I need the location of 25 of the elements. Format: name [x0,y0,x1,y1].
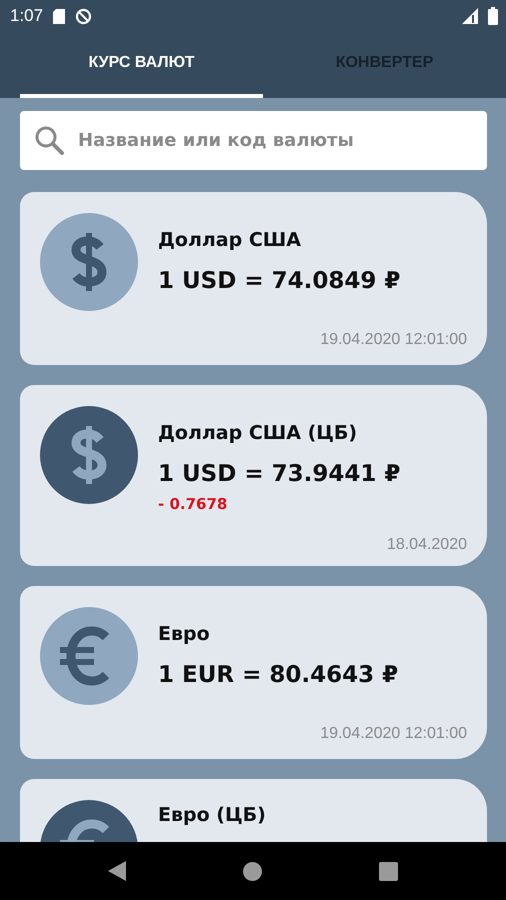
back-icon[interactable] [108,861,126,881]
rate-change: - 0.7678 [158,494,228,514]
recent-apps-icon[interactable] [378,862,398,880]
currency-card[interactable]: Евро 1 EUR = 80.4643 ₽ 19.04.2020 12:01:00 [20,586,487,759]
signal-icon [462,8,478,24]
update-date: 18.04.2020 [386,536,467,554]
currency-name: Евро (ЦБ) [158,803,266,828]
currency-name: Евро [158,622,210,647]
exchange-rate: 1 USD = 74.0849 ₽ [158,267,400,296]
home-icon[interactable] [242,862,262,880]
exchange-rate: 1 USD = 73.9441 ₽ [158,460,400,489]
battery-icon [488,7,498,25]
currency-card[interactable]: Евро (ЦБ) [20,779,487,842]
data-saver-icon [75,8,92,24]
currency-card[interactable]: Доллар США 1 USD = 74.0849 ₽ 19.04.2020 12:01:00 [20,192,487,365]
clock-time: 1:07 [10,6,44,26]
currency-name: Доллар США (ЦБ) [158,421,358,446]
sd-card-icon [53,8,66,24]
currency-name: Доллар США [158,228,301,253]
tab[interactable]: КУРС ВАЛЮТ [20,32,263,98]
exchange-rate: 1 EUR = 80.4643 ₽ [158,661,398,690]
update-date: 19.04.2020 12:01:00 [320,331,467,349]
currency-card[interactable]: Доллар США (ЦБ) 1 USD = 73.9441 ₽ - 0.7678 18.04.2020 [20,385,487,566]
update-date: 19.04.2020 12:01:00 [320,725,467,743]
search-field[interactable]: Название или код валюты [20,111,487,170]
